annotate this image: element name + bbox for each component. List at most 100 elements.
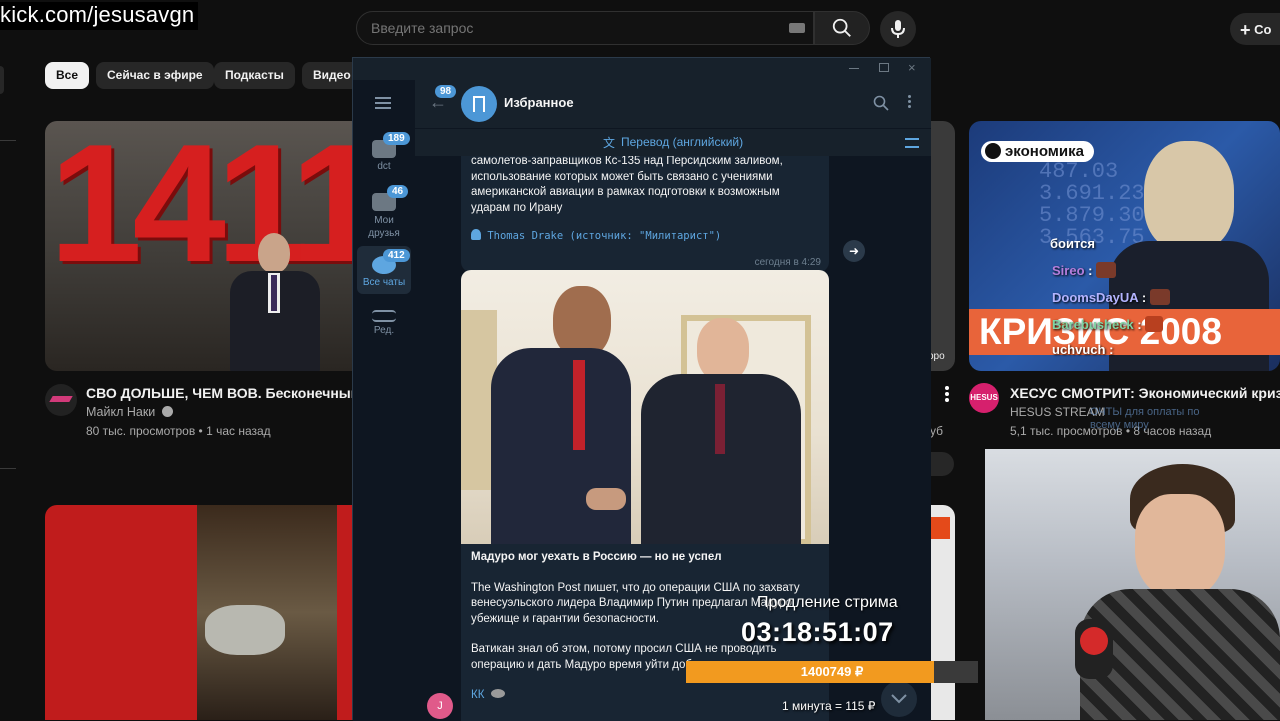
message-bubble[interactable]: самолетов-заправщиков Кс-135 над Персидс… (461, 156, 829, 272)
close-icon[interactable]: × (908, 60, 916, 75)
play-icon (985, 143, 1001, 159)
folders-sidebar: dct 189 Мои друзья 46 Все чаты 412 Ред. (353, 80, 415, 721)
folder-edit[interactable]: Ред. (357, 310, 411, 336)
message-source-text[interactable]: Thomas Drake (источник: "Милитарист") (487, 230, 721, 242)
donation-rate: 1 минута = 115 ₽ (782, 699, 876, 713)
message-line: самолетов-заправщиков Кс-135 над Персидс… (471, 156, 783, 167)
mic-icon (891, 20, 905, 38)
hamburger-menu-icon[interactable] (375, 97, 391, 109)
chat-text: : (1137, 317, 1142, 332)
chip-live[interactable]: Сейчас в эфире (96, 62, 214, 89)
message-time: сегодня в 4:29 (754, 257, 821, 268)
sender-avatar[interactable]: J (427, 693, 453, 719)
unread-badge: 189 (383, 132, 410, 145)
channel-avatar[interactable] (45, 384, 77, 416)
rat-emoji-icon (490, 689, 505, 698)
message-signature-text[interactable]: КК (471, 689, 484, 701)
emote-icon (1145, 316, 1164, 332)
voice-search-button[interactable] (880, 11, 916, 47)
webcam-feed (985, 449, 1280, 720)
chat-overlay-ghost: ОЧТЫ для оплаты по всему миру (1090, 406, 1200, 431)
folder-dct[interactable]: dct 189 (357, 132, 411, 172)
message-headline: Мадуро мог уехать в Россию — но не успел (471, 551, 722, 563)
search-box[interactable] (356, 11, 814, 45)
message-line: ударам по Ирану (471, 201, 563, 214)
stream-timer: 03:18:51:07 (741, 617, 894, 647)
sliders-icon (372, 310, 396, 322)
create-button[interactable]: + Со (1230, 13, 1280, 45)
folder-label: dct (377, 161, 391, 172)
scroll-down-button[interactable] (881, 681, 917, 717)
channel-avatar[interactable]: HESUS (969, 383, 999, 413)
folder-all-chats[interactable]: Все чаты 412 (357, 246, 411, 294)
saved-messages-avatar[interactable] (461, 86, 497, 122)
minimize-icon[interactable] (849, 68, 859, 69)
chat-message: Sireo : (1052, 262, 1117, 278)
chat-text: : (1141, 290, 1147, 305)
forward-button[interactable]: ➜ (843, 240, 865, 262)
chat-overlay: боится Sireo : DoomsDayUA : Barebusheck … (1050, 236, 1280, 360)
chevron-down-icon (891, 694, 907, 704)
video-thumbnail[interactable] (930, 505, 955, 720)
nav-divider (0, 468, 16, 469)
chip-podcasts[interactable]: Подкасты (214, 62, 295, 89)
message-photo[interactable] (461, 270, 829, 544)
verified-icon (161, 406, 173, 417)
title-bar[interactable]: × (353, 58, 931, 80)
message-bubble[interactable]: Мадуро мог уехать в Россию — но не успел… (461, 270, 829, 721)
chat-username: Barebusheck (1052, 317, 1134, 332)
plus-icon: + (1240, 20, 1251, 40)
person-right-head (697, 318, 749, 382)
back-unread-badge: 98 (435, 85, 457, 98)
handshake (586, 488, 626, 510)
chip-all[interactable]: Все (45, 62, 90, 89)
tie (715, 384, 725, 454)
chat-message: uchvuch : (1052, 342, 1113, 357)
translate-bar[interactable]: 文 Перевод (английский) (415, 128, 931, 156)
nav-stub (0, 66, 4, 94)
video-title[interactable]: ХЕСУС СМОТРИТ: Экономический кризис (1010, 385, 1280, 401)
channel-name-text[interactable]: Майкл Наки (86, 405, 155, 419)
message-source[interactable]: Thomas Drake (источник: "Милитарист") (471, 229, 829, 242)
chat-text: : (1109, 342, 1114, 357)
channel-name[interactable]: Майкл Наки (86, 405, 173, 419)
skeleton-chip (930, 452, 954, 476)
folder-label: Ред. (373, 325, 395, 336)
person-figure (220, 233, 330, 371)
folder-label: Мои друзья (368, 215, 400, 239)
chat-message: Barebusheck : (1052, 316, 1164, 332)
chat-username: DoomsDayUA (1052, 290, 1139, 305)
stream-timer-label: Продление стрима (757, 594, 898, 611)
create-label: Со (1254, 22, 1272, 37)
video-thumbnail[interactable] (45, 505, 365, 720)
streamer-face (1135, 494, 1225, 599)
emote-icon (1149, 289, 1170, 305)
search-icon[interactable] (873, 95, 889, 111)
more-options-icon[interactable] (945, 386, 949, 402)
microphone (1075, 619, 1113, 679)
message-signature[interactable]: КК (471, 688, 811, 704)
chat-username: uchvuch (1052, 342, 1106, 357)
video-thumbnail[interactable]: 1411 (45, 121, 365, 371)
keyboard-icon[interactable] (789, 23, 805, 33)
search-input[interactable] (357, 12, 777, 44)
video-title[interactable]: СВО ДОЛЬШЕ, ЧЕМ ВОВ. Бесконечный по (86, 385, 352, 401)
stream-url-label: kick.com/jesusavgn (0, 2, 199, 30)
video-meta: 80 тыс. просмотров • 1 час назад (86, 424, 271, 438)
chat-header[interactable]: ← 98 Избранное (415, 80, 931, 128)
category-tag: экономика (981, 141, 1094, 162)
emote-icon (1096, 262, 1117, 278)
tie (573, 360, 585, 450)
translate-label[interactable]: Перевод (английский) (621, 135, 743, 149)
chat-message: DoomsDayUA : (1052, 289, 1170, 305)
translate-settings-icon[interactable] (905, 138, 919, 148)
folder-my-friends[interactable]: Мои друзья 46 (357, 185, 411, 240)
search-button[interactable] (814, 11, 870, 45)
user-icon (471, 229, 481, 240)
meme-face (1144, 141, 1234, 251)
bookmark-icon (473, 96, 485, 112)
search-icon (832, 18, 851, 37)
maximize-icon[interactable] (879, 63, 889, 72)
unread-badge: 46 (387, 185, 409, 198)
more-options-icon[interactable] (908, 95, 911, 108)
